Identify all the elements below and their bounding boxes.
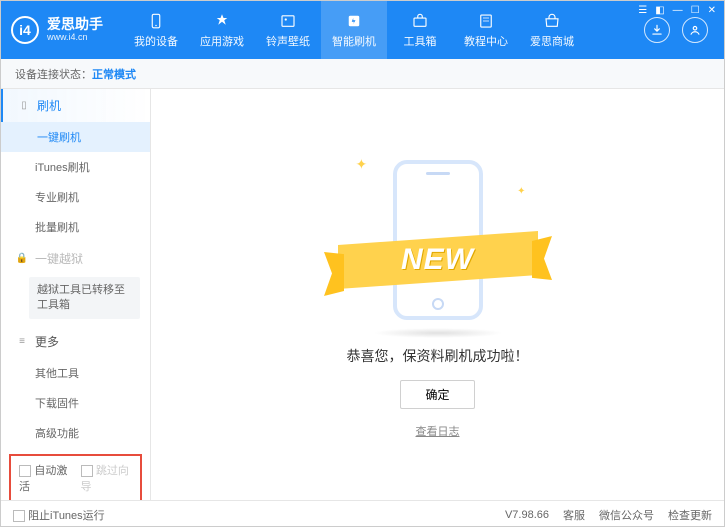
nav-label: 铃声壁纸 [266, 33, 310, 49]
apps-icon [212, 11, 232, 31]
sparkle-icon: ✦ [356, 156, 368, 173]
menu-icon[interactable]: ☰ [638, 5, 647, 16]
nav-ringtone[interactable]: 铃声壁纸 [255, 1, 321, 59]
sparkle-icon: ✦ [517, 186, 525, 197]
ribbon-text: NEW [401, 243, 474, 277]
nav-my-device[interactable]: 我的设备 [123, 1, 189, 59]
logo: i4 爱思助手 www.i4.cn [11, 16, 103, 44]
footer: 阻止iTunes运行 V7.98.66 客服 微信公众号 检查更新 [1, 500, 724, 528]
new-ribbon: NEW [338, 238, 538, 282]
nav-toolbox[interactable]: 工具箱 [387, 1, 453, 59]
block-itunes-checkbox[interactable]: 阻止iTunes运行 [13, 507, 105, 523]
sidebar-item-itunes-flash[interactable]: iTunes刷机 [1, 152, 150, 182]
main-area: ✦ ✦ NEW 恭喜您，保资料刷机成功啦！ 确定 查看日志 [151, 89, 724, 500]
sidebar-item-jailbreak-moved[interactable]: 越狱工具已转移至工具箱 [29, 277, 140, 319]
sidebar-group-jailbreak[interactable]: 🔒 一键越狱 [1, 242, 150, 275]
success-message: 恭喜您，保资料刷机成功啦！ [347, 346, 529, 366]
toolbox-icon [410, 11, 430, 31]
status-mode: 正常模式 [92, 66, 136, 82]
menu-lines-icon: ≡ [15, 334, 29, 348]
sidebar-item-advanced[interactable]: 高级功能 [1, 418, 150, 448]
nav-flash[interactable]: 智能刷机 [321, 1, 387, 59]
sidebar-item-download-firmware[interactable]: 下载固件 [1, 388, 150, 418]
sidebar-group-label: 刷机 [37, 97, 61, 114]
nav-tutorials[interactable]: 教程中心 [453, 1, 519, 59]
sidebar-group-label: 一键越狱 [35, 250, 83, 267]
body: ▯ 刷机 一键刷机 iTunes刷机 专业刷机 批量刷机 🔒 一键越狱 越狱工具… [1, 89, 724, 500]
sidebar-item-onekey-flash[interactable]: 一键刷机 [1, 122, 150, 152]
sidebar-item-batch-flash[interactable]: 批量刷机 [1, 212, 150, 242]
sidebar-item-other-tools[interactable]: 其他工具 [1, 358, 150, 388]
ok-button[interactable]: 确定 [400, 380, 474, 409]
success-illustration: ✦ ✦ NEW [328, 150, 548, 330]
footer-link-wechat[interactable]: 微信公众号 [599, 507, 654, 523]
sidebar: ▯ 刷机 一键刷机 iTunes刷机 专业刷机 批量刷机 🔒 一键越狱 越狱工具… [1, 89, 151, 500]
user-button[interactable] [682, 17, 708, 43]
skip-guide-checkbox[interactable]: 跳过向导 [81, 462, 133, 494]
nav-store[interactable]: 爱思商城 [519, 1, 585, 59]
sidebar-group-flash[interactable]: ▯ 刷机 [1, 89, 150, 122]
nav-label: 应用游戏 [200, 33, 244, 49]
status-bar: 设备连接状态： 正常模式 [1, 59, 724, 89]
nav-label: 智能刷机 [332, 33, 376, 49]
image-icon [278, 11, 298, 31]
status-label: 设备连接状态： [15, 66, 92, 82]
app-subtitle: www.i4.cn [47, 33, 103, 43]
flash-icon [344, 11, 364, 31]
version-label: V7.98.66 [505, 509, 549, 521]
sidebar-item-pro-flash[interactable]: 专业刷机 [1, 182, 150, 212]
store-icon [542, 11, 562, 31]
nav-label: 教程中心 [464, 33, 508, 49]
nav-apps[interactable]: 应用游戏 [189, 1, 255, 59]
maximize-icon[interactable]: ☐ [691, 5, 700, 16]
download-button[interactable] [644, 17, 670, 43]
view-log-link[interactable]: 查看日志 [416, 423, 460, 439]
auto-activate-checkbox[interactable]: 自动激活 [19, 462, 71, 494]
phone-icon [146, 11, 166, 31]
app-title: 爱思助手 [47, 17, 103, 32]
sidebar-group-more[interactable]: ≡ 更多 [1, 325, 150, 358]
window-controls: ☰ ◧ — ☐ ✕ [638, 5, 716, 16]
header-right [644, 17, 714, 43]
nav-label: 工具箱 [404, 33, 437, 49]
sidebar-group-label: 更多 [35, 333, 59, 350]
logo-icon: i4 [11, 16, 39, 44]
activation-options: 自动激活 跳过向导 [9, 454, 142, 500]
nav-label: 爱思商城 [530, 33, 574, 49]
footer-link-support[interactable]: 客服 [563, 507, 585, 523]
skin-icon[interactable]: ◧ [655, 5, 664, 16]
phone-small-icon: ▯ [17, 99, 31, 113]
lock-icon: 🔒 [15, 252, 29, 266]
nav-label: 我的设备 [134, 33, 178, 49]
app-header: ☰ ◧ — ☐ ✕ i4 爱思助手 www.i4.cn 我的设备 应用游戏 铃声… [1, 1, 724, 59]
footer-link-update[interactable]: 检查更新 [668, 507, 712, 523]
top-nav: 我的设备 应用游戏 铃声壁纸 智能刷机 工具箱 教程中心 爱思商城 [123, 1, 644, 59]
book-icon [476, 11, 496, 31]
minimize-icon[interactable]: — [673, 5, 683, 16]
close-icon[interactable]: ✕ [708, 5, 716, 16]
